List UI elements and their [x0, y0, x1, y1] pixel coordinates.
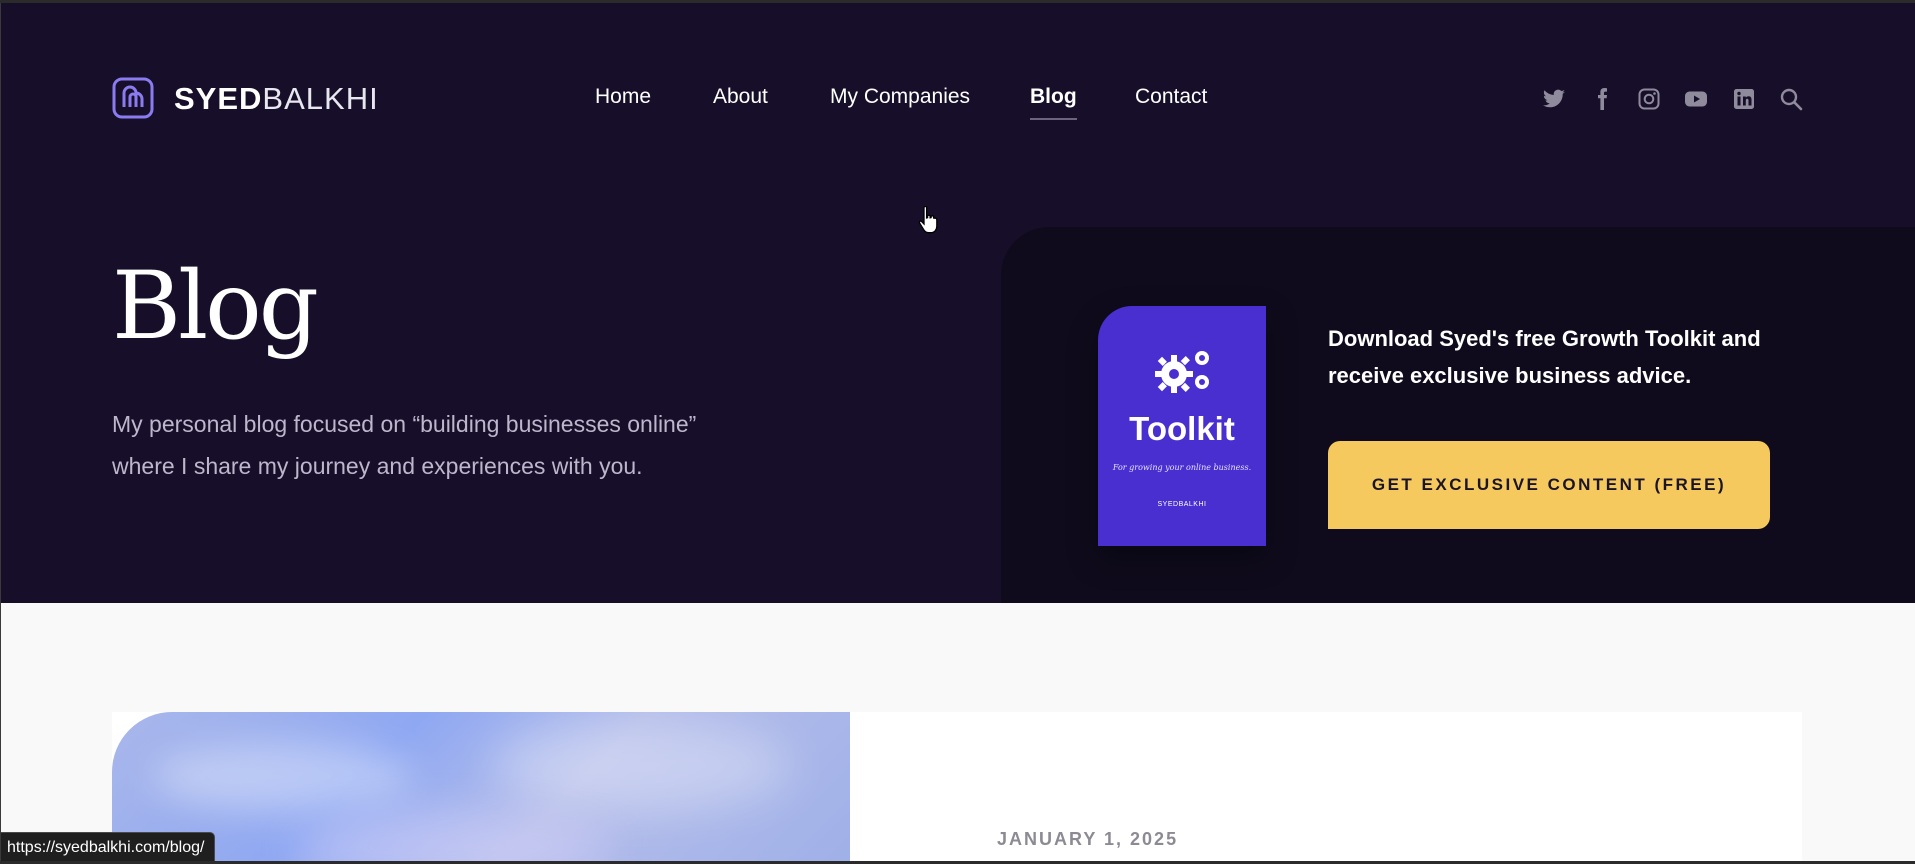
site-logo[interactable]: SYEDBALKHI — [112, 77, 379, 119]
nav-item-blog[interactable]: Blog — [1030, 85, 1077, 120]
gears-icon — [1155, 351, 1209, 393]
hand-cursor-icon — [918, 205, 938, 234]
search-icon[interactable] — [1779, 87, 1803, 111]
linkedin-icon[interactable] — [1732, 87, 1756, 111]
promo-line-2: receive exclusive business advice. — [1328, 363, 1692, 388]
nav-item-home[interactable]: Home — [595, 85, 651, 109]
youtube-icon[interactable] — [1684, 87, 1708, 111]
post-date: JANUARY 1, 2025 — [997, 829, 1179, 849]
page-subtitle-line-1: My personal blog focused on “building bu… — [112, 411, 697, 437]
nav-item-about[interactable]: About — [713, 85, 768, 109]
instagram-icon[interactable] — [1637, 87, 1661, 111]
nav-item-contact[interactable]: Contact — [1135, 85, 1207, 109]
hero-section: SYEDBALKHI Home About My Companies Blog … — [1, 3, 1915, 603]
toolkit-title: Toolkit — [1129, 410, 1235, 447]
promo-line-1: Download Syed's free Growth Toolkit and — [1328, 326, 1761, 351]
blog-post-card[interactable]: JANUARY 1, 2025 — [112, 712, 1802, 861]
page-subtitle: My personal blog focused on “building bu… — [112, 403, 792, 487]
toolkit-book-cover[interactable]: Toolkit For growing your online business… — [1098, 306, 1266, 546]
facebook-icon[interactable] — [1590, 87, 1614, 111]
syedbalkhi-logo-icon — [112, 77, 154, 119]
page-title: Blog — [112, 252, 319, 361]
promo-description: Download Syed's free Growth Toolkit and … — [1328, 320, 1788, 394]
toolkit-tagline: For growing your online business. — [1112, 463, 1252, 472]
status-bar-url: https://syedbalkhi.com/blog/ — [1, 832, 216, 861]
logo-wordmark: SYEDBALKHI — [174, 83, 379, 114]
nav-item-my-companies[interactable]: My Companies — [830, 85, 970, 109]
twitter-icon[interactable] — [1542, 87, 1566, 111]
logo-text-light: BALKHI — [262, 80, 379, 116]
toolkit-promo-panel: Toolkit For growing your online business… — [1001, 227, 1915, 603]
logo-text-bold: SYED — [174, 80, 263, 116]
get-exclusive-content-button[interactable]: GET EXCLUSIVE CONTENT (FREE) — [1328, 441, 1770, 529]
page-subtitle-line-2: where I share my journey and experiences… — [112, 453, 643, 479]
toolkit-brand: SYEDBALKHI — [1157, 501, 1207, 508]
browser-viewport: SYEDBALKHI Home About My Companies Blog … — [0, 3, 1915, 861]
post-featured-image[interactable] — [112, 712, 850, 861]
